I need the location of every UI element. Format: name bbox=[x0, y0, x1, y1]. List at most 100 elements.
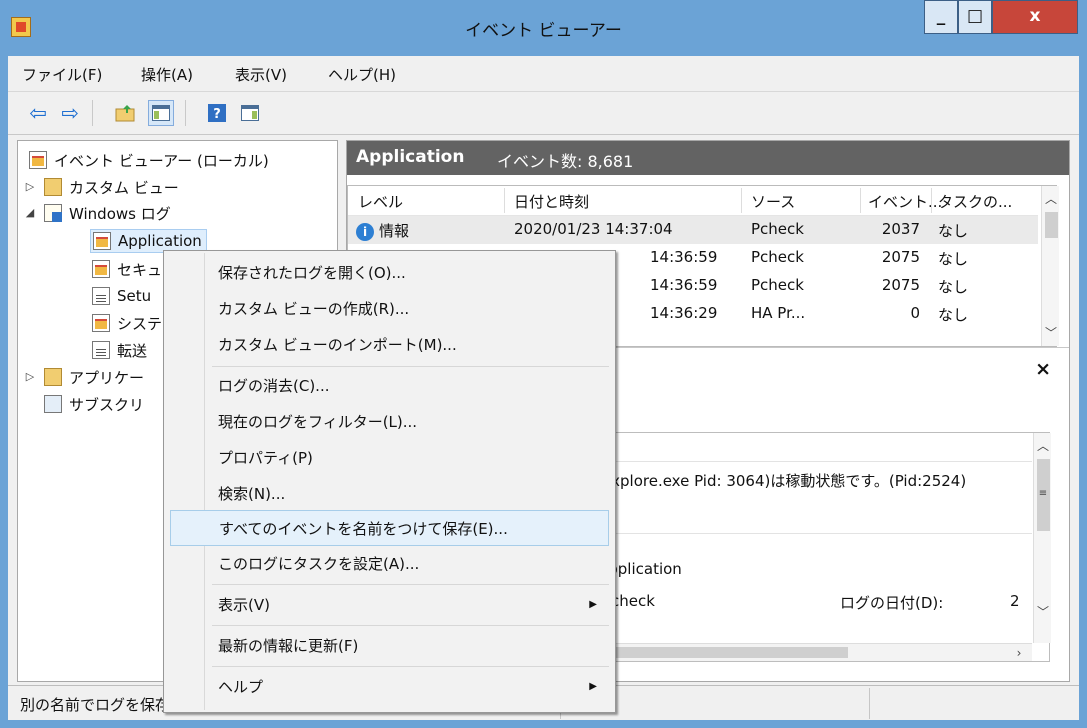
menu-item-refresh[interactable]: 最新の情報に更新(F) bbox=[170, 628, 609, 664]
tree-item-custom-views[interactable]: カスタム ビュー bbox=[44, 175, 179, 199]
column-separator[interactable] bbox=[931, 188, 932, 213]
column-separator[interactable] bbox=[860, 188, 861, 213]
detail-date-label: ログの日付(D): bbox=[840, 594, 944, 612]
toolbar-separator bbox=[92, 100, 93, 126]
tree-item-system[interactable]: システ bbox=[92, 311, 162, 335]
scroll-up-icon[interactable]: ︿ bbox=[1042, 190, 1060, 208]
collapse-icon[interactable]: ◢ bbox=[24, 206, 36, 219]
tree-item-label: Windows ログ bbox=[69, 204, 171, 223]
menu-item-properties[interactable]: プロパティ(P) bbox=[170, 440, 609, 476]
level-cell: i 情報 bbox=[356, 220, 409, 241]
menu-view[interactable]: 表示(V) bbox=[235, 64, 287, 85]
datetime-cell: 14:36:29 bbox=[650, 304, 718, 322]
menu-item-create-custom-view[interactable]: カスタム ビューの作成(R)... bbox=[170, 291, 609, 327]
table-row[interactable]: i 情報 2020/01/23 14:37:04 Pcheck 2037 なし bbox=[348, 216, 1038, 244]
menu-item-help[interactable]: ヘルプ ▶ bbox=[170, 669, 609, 705]
scroll-thumb[interactable] bbox=[1045, 212, 1058, 238]
menu-item-save-all-events-as[interactable]: すべてのイベントを名前をつけて保存(E)... bbox=[170, 510, 609, 546]
menu-item-attach-task[interactable]: このログにタスクを設定(A)... bbox=[170, 546, 609, 582]
column-source[interactable]: ソース bbox=[751, 191, 795, 212]
scroll-grip-icon: ≡ bbox=[1038, 488, 1048, 499]
status-separator bbox=[869, 688, 870, 719]
menu-item-filter-current-log[interactable]: 現在のログをフィルター(L)... bbox=[170, 404, 609, 440]
tree-item-apps-services[interactable]: アプリケー bbox=[44, 365, 144, 389]
forward-icon[interactable]: ⇨ bbox=[57, 100, 83, 126]
expand-icon[interactable]: ▷ bbox=[24, 180, 36, 193]
column-task[interactable]: タスクの... bbox=[938, 191, 1012, 212]
scroll-up-icon[interactable]: ︿ bbox=[1034, 437, 1052, 455]
subscriptions-icon bbox=[44, 395, 62, 413]
tree-item-label: カスタム ビュー bbox=[69, 178, 179, 197]
tree-item-setup[interactable]: Setu bbox=[92, 284, 151, 308]
menu-item-import-custom-view[interactable]: カスタム ビューのインポート(M)... bbox=[170, 327, 609, 363]
menu-item-clear-log[interactable]: ログの消去(C)... bbox=[170, 368, 609, 404]
show-hide-tree-icon[interactable] bbox=[148, 100, 174, 126]
source-cell: Pcheck bbox=[751, 248, 804, 266]
menu-item-open-saved-log[interactable]: 保存されたログを開く(O)... bbox=[170, 255, 609, 291]
task-cell: なし bbox=[938, 278, 969, 296]
menu-help[interactable]: ヘルプ(H) bbox=[328, 64, 396, 85]
maximize-button[interactable]: □ bbox=[958, 0, 992, 34]
close-icon[interactable]: × bbox=[1035, 358, 1051, 380]
source-cell: Pcheck bbox=[751, 276, 804, 294]
log-icon bbox=[92, 341, 110, 359]
back-icon[interactable]: ⇦ bbox=[25, 100, 51, 126]
minimize-button[interactable]: _ bbox=[924, 0, 958, 34]
folder-icon bbox=[44, 368, 62, 386]
menu-item-view[interactable]: 表示(V) ▶ bbox=[170, 587, 609, 623]
toolbar-separator bbox=[185, 100, 186, 126]
scroll-thumb[interactable] bbox=[598, 647, 848, 658]
menu-file[interactable]: ファイル(F) bbox=[22, 64, 102, 85]
column-level[interactable]: レベル bbox=[358, 191, 403, 212]
context-menu: 保存されたログを開く(O)... カスタム ビューの作成(R)... カスタム … bbox=[163, 250, 616, 713]
help-icon[interactable]: ? bbox=[204, 100, 230, 126]
column-datetime[interactable]: 日付と時刻 bbox=[514, 191, 589, 212]
event-id-cell: 2075 bbox=[881, 248, 920, 266]
task-cell: なし bbox=[938, 306, 969, 324]
tree-item-root[interactable]: イベント ビューアー (ローカル) bbox=[29, 148, 269, 172]
log-icon bbox=[93, 232, 111, 250]
info-icon: i bbox=[356, 222, 374, 241]
tree-item-label: システ bbox=[117, 314, 163, 333]
log-title: Application bbox=[356, 147, 465, 167]
tree-item-label: セキュ bbox=[117, 260, 163, 279]
show-action-pane-icon[interactable] bbox=[237, 100, 263, 126]
title-bar[interactable]: イベント ビューアー _ □ x bbox=[0, 0, 1087, 56]
expand-icon[interactable]: ▷ bbox=[24, 370, 36, 383]
column-separator[interactable] bbox=[741, 188, 742, 213]
windows-logs-icon bbox=[44, 204, 62, 222]
source-cell: HA Pr... bbox=[751, 304, 806, 322]
tree-item-label: Setu bbox=[117, 287, 152, 305]
tree-item-windows-logs[interactable]: Windows ログ bbox=[44, 201, 171, 225]
event-id-cell: 2037 bbox=[881, 220, 920, 238]
scroll-right-icon[interactable]: › bbox=[1010, 644, 1028, 662]
grid-scrollbar[interactable]: ︿ ﹀ bbox=[1041, 186, 1059, 346]
grid-header: レベル 日付と時刻 ソース イベント... タスクの... bbox=[348, 186, 1038, 216]
close-button[interactable]: x bbox=[992, 0, 1078, 34]
datetime-cell: 2020/01/23 14:37:04 bbox=[514, 220, 673, 238]
toolbar: ⇦ ⇨ ? bbox=[8, 91, 1079, 135]
source-cell: Pcheck bbox=[751, 220, 804, 238]
tree-item-forwarded[interactable]: 転送 bbox=[92, 338, 147, 362]
event-viewer-icon bbox=[29, 151, 47, 169]
event-id-cell: 0 bbox=[910, 304, 920, 322]
tree-item-label: 転送 bbox=[117, 341, 148, 360]
log-icon bbox=[92, 287, 110, 305]
menu-item-find[interactable]: 検索(N)... bbox=[170, 476, 609, 512]
event-viewer-window: イベント ビューアー _ □ x ファイル(F) 操作(A) 表示(V) ヘルプ… bbox=[0, 0, 1087, 728]
menu-bar: ファイル(F) 操作(A) 表示(V) ヘルプ(H) bbox=[8, 56, 1079, 91]
menu-action[interactable]: 操作(A) bbox=[141, 64, 193, 85]
scroll-down-icon[interactable]: ﹀ bbox=[1042, 324, 1060, 342]
folder-up-icon[interactable] bbox=[113, 100, 139, 126]
event-count: イベント数: 8,681 bbox=[497, 152, 634, 171]
scroll-down-icon[interactable]: ﹀ bbox=[1034, 603, 1052, 621]
tree-item-security[interactable]: セキュ bbox=[92, 257, 162, 281]
detail-scrollbar[interactable]: ︿ ≡ ﹀ bbox=[1033, 433, 1051, 643]
datetime-cell: 14:36:59 bbox=[650, 276, 718, 294]
tree-item-subscriptions[interactable]: サブスクリ bbox=[44, 392, 144, 416]
log-icon bbox=[92, 314, 110, 332]
svg-text:?: ? bbox=[213, 107, 221, 122]
menu-separator bbox=[212, 366, 609, 367]
column-separator[interactable] bbox=[504, 188, 505, 213]
tree-item-label: Application bbox=[118, 232, 202, 250]
